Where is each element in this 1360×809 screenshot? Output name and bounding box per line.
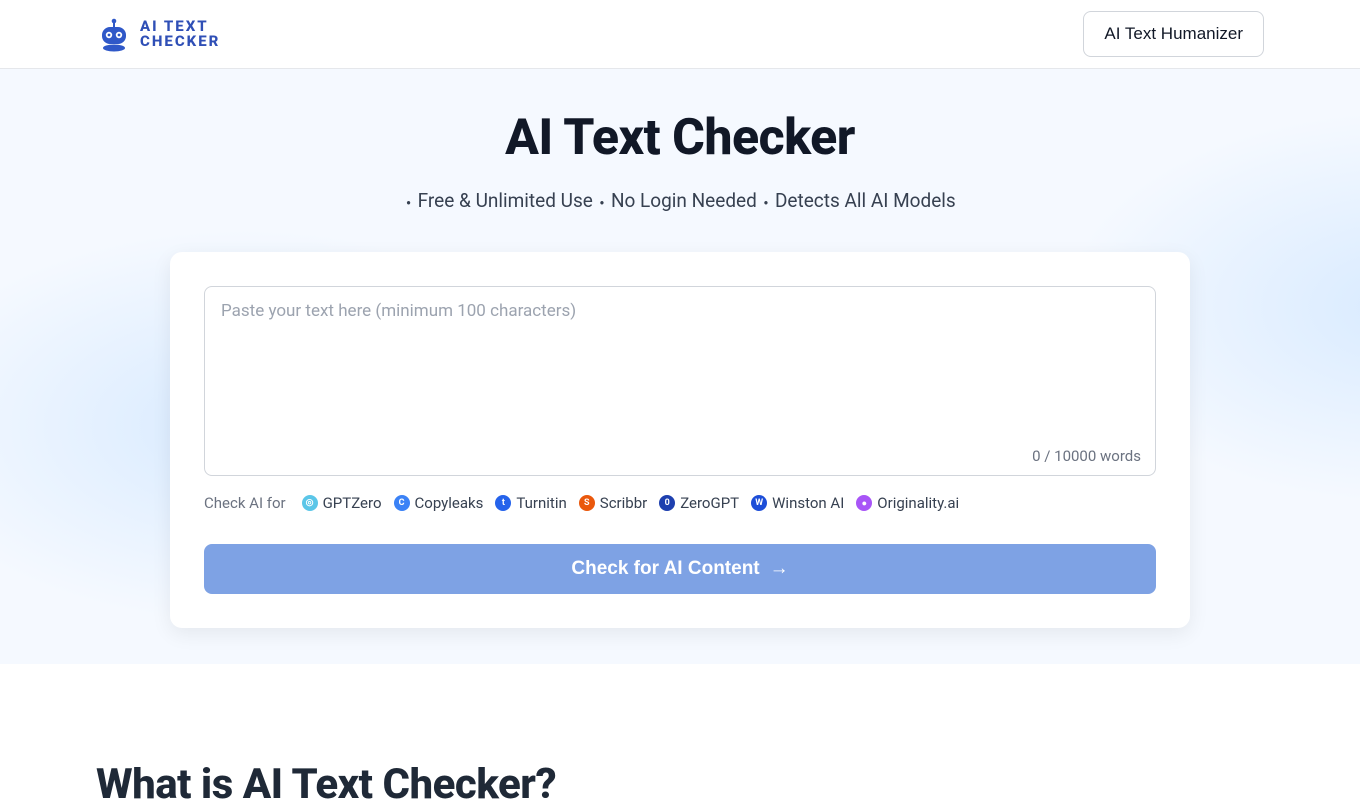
detector-winston: W Winston AI [751,494,844,512]
gptzero-icon: ◎ [302,495,318,511]
feature-0: Free & Unlimited Use [418,189,593,212]
detector-label: Turnitin [516,494,566,512]
count-sep: / [1041,447,1055,465]
detector-label: ZeroGPT [680,494,739,512]
detector-label: Originality.ai [877,494,959,512]
check-button-label: Check for AI Content [571,558,759,580]
turnitin-icon: t [495,495,511,511]
originality-icon: ● [856,495,872,511]
word-counter: 0 / 10000 words [1032,447,1141,465]
page-title: AI Text Checker [0,109,1360,167]
logo-robot-icon [96,16,132,52]
arrow-right-icon: → [770,558,789,580]
detector-label: GPTZero [323,494,382,512]
detectors-label: Check AI for [204,494,286,512]
detector-label: Copyleaks [415,494,484,512]
scribbr-icon: S [579,495,595,511]
detector-zerogpt: 0 ZeroGPT [659,494,739,512]
logo[interactable]: AI TEXT CHECKER [96,13,220,55]
winston-icon: W [751,495,767,511]
feature-2: Detects All AI Models [775,189,956,212]
copyleaks-icon: C [394,495,410,511]
count-unit: words [1096,447,1141,465]
check-button[interactable]: Check for AI Content → [204,544,1156,594]
detectors-row: Check AI for ◎ GPTZero C Copyleaks t Tur… [204,494,1156,512]
humanizer-button[interactable]: AI Text Humanizer [1083,11,1264,57]
count-current: 0 [1032,447,1040,465]
textarea-wrap: 0 / 10000 words [204,286,1156,476]
detector-turnitin: t Turnitin [495,494,566,512]
bullet-icon: 🞄 [764,194,769,210]
about-section: What is AI Text Checker? [0,664,1360,809]
detector-originality: ● Originality.ai [856,494,959,512]
detector-label: Winston AI [772,494,844,512]
feature-1: No Login Needed [611,189,757,212]
hero-subtitle: 🞄 Free & Unlimited Use 🞄 No Login Needed… [0,189,1360,212]
checker-card: 0 / 10000 words Check AI for ◎ GPTZero C… [170,252,1190,628]
header: AI TEXT CHECKER AI Text Humanizer [0,0,1360,69]
detector-gptzero: ◎ GPTZero [302,494,382,512]
section-heading: What is AI Text Checker? [96,760,1264,809]
detector-copyleaks: C Copyleaks [394,494,484,512]
detector-label: Scribbr [600,494,647,512]
logo-text-bottom: CHECKER [140,34,220,49]
hero-section: AI Text Checker 🞄 Free & Unlimited Use 🞄… [0,69,1360,664]
detector-scribbr: S Scribbr [579,494,647,512]
bullet-icon: 🞄 [406,194,411,210]
count-max: 10000 [1054,447,1096,465]
zerogpt-icon: 0 [659,495,675,511]
bullet-icon: 🞄 [600,194,605,210]
logo-text: AI TEXT CHECKER [140,19,220,49]
text-input[interactable] [221,301,1139,441]
